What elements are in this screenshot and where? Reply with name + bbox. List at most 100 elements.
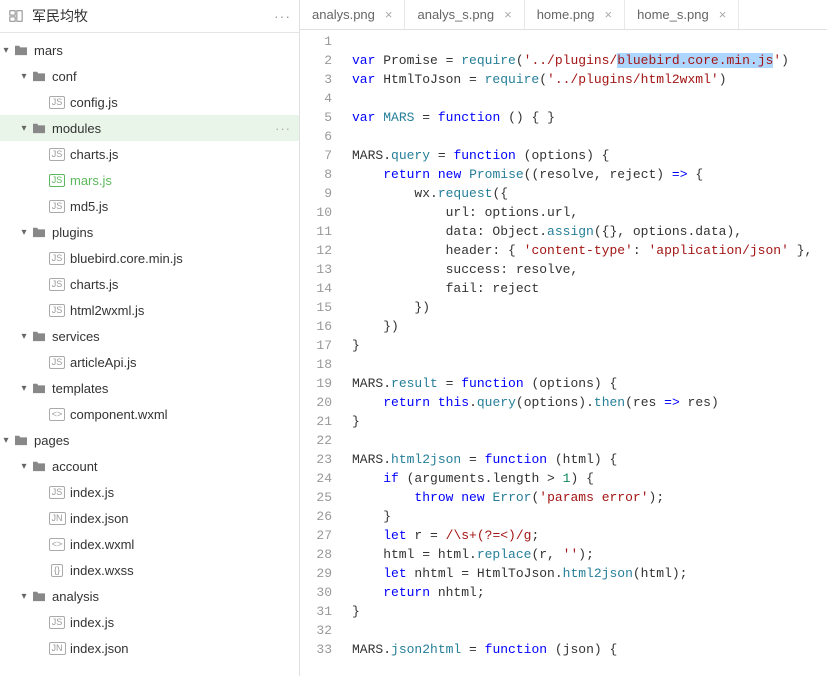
file-badge: <> — [48, 538, 66, 551]
line-number: 19 — [300, 374, 332, 393]
code-line[interactable]: data: Object.assign({}, options.data), — [352, 222, 827, 241]
folder-item[interactable]: ▾analysis — [0, 583, 299, 609]
code-line[interactable]: } — [352, 412, 827, 431]
file-badge: JS — [48, 278, 66, 291]
file-item[interactable]: JShtml2wxml.js — [0, 297, 299, 323]
code-line[interactable]: } — [352, 336, 827, 355]
editor-area: analys.png×analys_s.png×home.png×home_s.… — [300, 0, 827, 676]
close-icon[interactable]: × — [385, 7, 393, 22]
tree-item-label: charts.js — [70, 147, 118, 162]
code-line[interactable]: let nhtml = HtmlToJson.html2json(html); — [352, 564, 827, 583]
line-number: 6 — [300, 127, 332, 146]
file-item[interactable]: <>component.wxml — [0, 401, 299, 427]
code-line[interactable] — [352, 621, 827, 640]
file-item[interactable]: JSmars.js — [0, 167, 299, 193]
explorer-icon[interactable] — [8, 8, 24, 24]
editor-tab[interactable]: analys.png× — [300, 0, 405, 29]
editor-tab[interactable]: home_s.png× — [625, 0, 739, 29]
code-line[interactable]: url: options.url, — [352, 203, 827, 222]
tree-item-label: component.wxml — [70, 407, 168, 422]
file-item[interactable]: <>index.wxml — [0, 531, 299, 557]
code-line[interactable]: html = html.replace(r, ''); — [352, 545, 827, 564]
close-icon[interactable]: × — [719, 7, 727, 22]
close-icon[interactable]: × — [504, 7, 512, 22]
code-line[interactable]: MARS.json2html = function (json) { — [352, 640, 827, 659]
file-item[interactable]: JScharts.js — [0, 271, 299, 297]
code-line[interactable]: return nhtml; — [352, 583, 827, 602]
file-item[interactable]: JNindex.json — [0, 635, 299, 661]
editor-tab[interactable]: analys_s.png × — [405, 0, 524, 29]
folder-item[interactable]: ▾templates — [0, 375, 299, 401]
code-line[interactable]: header: { 'content-type': 'application/j… — [352, 241, 827, 260]
code-line[interactable] — [352, 431, 827, 450]
tree-arrow[interactable]: ▾ — [18, 461, 30, 472]
code-line[interactable]: } — [352, 507, 827, 526]
folder-icon — [30, 122, 48, 134]
code-line[interactable]: fail: reject — [352, 279, 827, 298]
close-icon[interactable]: × — [605, 7, 613, 22]
file-item[interactable]: JS index.js — [0, 609, 299, 635]
project-title: 军民均牧 — [32, 6, 266, 26]
tree-arrow[interactable]: ▾ — [18, 71, 30, 82]
folder-item[interactable]: ▾services — [0, 323, 299, 349]
tree-item-label: index.js — [70, 485, 114, 500]
code-content[interactable]: var Promise = require('../plugins/bluebi… — [344, 30, 827, 676]
code-line[interactable]: return new Promise((resolve, reject) => … — [352, 165, 827, 184]
code-line[interactable]: MARS.html2json = function (html) { — [352, 450, 827, 469]
file-item[interactable]: JSbluebird.core.min.js — [0, 245, 299, 271]
tab-label: home.png — [537, 7, 595, 22]
code-editor[interactable]: 1234567891011121314151617181920212223242… — [300, 30, 827, 676]
code-line[interactable]: return this.query(options).then(res => r… — [352, 393, 827, 412]
folder-item[interactable]: ▾account — [0, 453, 299, 479]
tree-arrow[interactable]: ▾ — [18, 383, 30, 394]
code-line[interactable]: throw new Error('params error'); — [352, 488, 827, 507]
line-number: 24 — [300, 469, 332, 488]
file-item[interactable]: JSindex.js — [0, 479, 299, 505]
tree-arrow[interactable]: ▾ — [18, 123, 30, 134]
code-line[interactable]: }) — [352, 298, 827, 317]
file-item[interactable]: JSarticleApi.js — [0, 349, 299, 375]
folder-item[interactable]: ▾modules··· — [0, 115, 299, 141]
code-line[interactable]: var HtmlToJson = require('../plugins/htm… — [352, 70, 827, 89]
tree-item-label: conf — [52, 69, 77, 84]
file-badge: JS — [48, 616, 66, 629]
tree-arrow[interactable]: ▾ — [18, 591, 30, 602]
file-item[interactable]: JSconfig.js — [0, 89, 299, 115]
code-line[interactable]: success: resolve, — [352, 260, 827, 279]
code-line[interactable]: MARS.result = function (options) { — [352, 374, 827, 393]
tree-arrow[interactable]: ▾ — [0, 435, 12, 446]
tree-item-label: index.js — [70, 615, 114, 630]
file-item[interactable]: {}index.wxss — [0, 557, 299, 583]
code-line[interactable] — [352, 32, 827, 51]
code-line[interactable] — [352, 89, 827, 108]
tab-label: analys_s.png — [417, 7, 494, 22]
code-line[interactable]: if (arguments.length > 1) { — [352, 469, 827, 488]
folder-item[interactable]: ▾mars — [0, 37, 299, 63]
tree-arrow[interactable]: ▾ — [18, 331, 30, 342]
tree-arrow[interactable]: ▾ — [0, 45, 12, 56]
code-line[interactable] — [352, 355, 827, 374]
code-line[interactable]: var Promise = require('../plugins/bluebi… — [352, 51, 827, 70]
file-item[interactable]: JScharts.js — [0, 141, 299, 167]
code-line[interactable]: wx.request({ — [352, 184, 827, 203]
line-number: 29 — [300, 564, 332, 583]
line-number: 27 — [300, 526, 332, 545]
file-item[interactable]: JSmd5.js — [0, 193, 299, 219]
more-button[interactable]: ··· — [274, 8, 291, 24]
folder-icon — [30, 590, 48, 602]
code-line[interactable] — [352, 127, 827, 146]
folder-item[interactable]: ▾plugins — [0, 219, 299, 245]
folder-item[interactable]: ▾ conf — [0, 63, 299, 89]
tree-item-label: pages — [34, 433, 69, 448]
code-line[interactable]: var MARS = function () { } — [352, 108, 827, 127]
folder-icon — [30, 70, 48, 82]
editor-tab[interactable]: home.png × — [525, 0, 625, 29]
code-line[interactable]: } — [352, 602, 827, 621]
code-line[interactable]: }) — [352, 317, 827, 336]
code-line[interactable]: MARS.query = function (options) { — [352, 146, 827, 165]
file-item[interactable]: JNindex.json — [0, 505, 299, 531]
more-icon[interactable]: ··· — [275, 121, 291, 136]
folder-item[interactable]: ▾ pages — [0, 427, 299, 453]
code-line[interactable]: let r = /\s+(?=<)/g; — [352, 526, 827, 545]
tree-arrow[interactable]: ▾ — [18, 227, 30, 238]
